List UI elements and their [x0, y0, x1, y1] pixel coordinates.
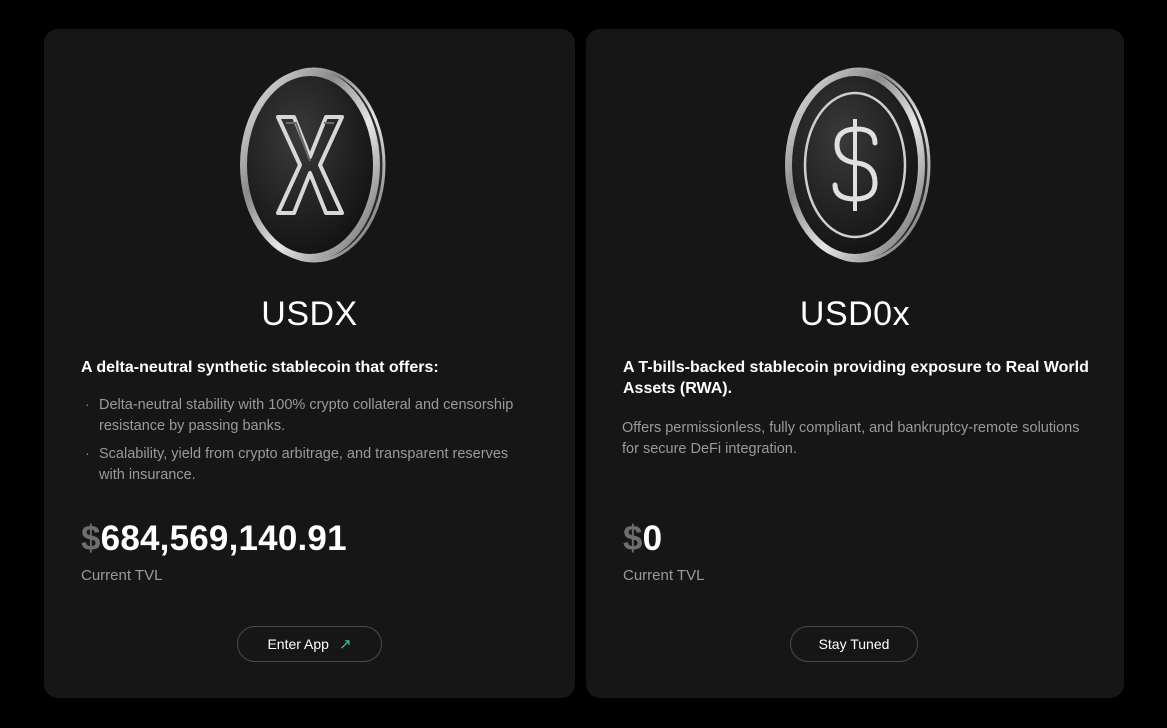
usd0x-subtitle: A T-bills-backed stablecoin providing ex…	[623, 359, 1089, 397]
usd0x-card: USD0x A T-bills-backed stablecoin provid…	[586, 29, 1124, 698]
usd0x-description: Offers permissionless, fully compliant, …	[622, 420, 1080, 457]
usd0x-title: USD0x	[799, 295, 911, 333]
currency-symbol: $	[81, 519, 101, 558]
arrow-up-right-icon: ↗	[338, 635, 352, 653]
usd0x-tvl-value: $0	[623, 519, 662, 559]
usdx-tvl-value: $684,569,140.91	[81, 519, 347, 559]
dollar-coin-icon	[775, 65, 935, 265]
stay-tuned-label: Stay Tuned	[818, 636, 890, 652]
usdx-feature-item: Scalability, yield from crypto arbitrage…	[81, 444, 535, 486]
usd0x-tvl-label: Current TVL	[623, 567, 705, 584]
tvl-amount: 684,569,140.91	[100, 519, 347, 558]
enter-app-label: Enter App	[267, 636, 329, 652]
stay-tuned-button[interactable]: Stay Tuned	[790, 626, 918, 662]
usdx-feature-list: Delta-neutral stability with 100% crypto…	[81, 395, 535, 493]
x-coin-icon	[230, 65, 390, 265]
currency-symbol: $	[623, 519, 643, 558]
usdx-feature-item: Delta-neutral stability with 100% crypto…	[81, 395, 535, 437]
enter-app-button[interactable]: Enter App ↗	[237, 626, 382, 662]
usdx-subtitle: A delta-neutral synthetic stablecoin tha…	[81, 359, 439, 376]
usdx-tvl-label: Current TVL	[81, 567, 163, 584]
tvl-amount: 0	[642, 519, 663, 558]
usdx-card: USDX A delta-neutral synthetic stablecoi…	[44, 29, 575, 698]
usdx-title: USDX	[261, 295, 358, 333]
